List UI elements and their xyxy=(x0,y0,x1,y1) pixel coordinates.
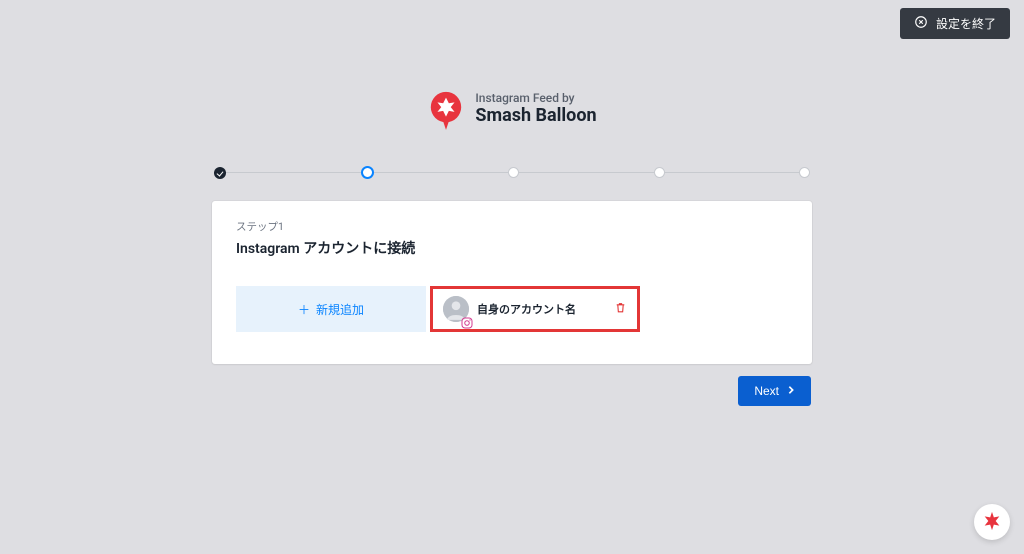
account-name: 自身のアカウント名 xyxy=(477,301,606,317)
trash-icon xyxy=(614,301,627,317)
brand-logo: Instagram Feed by Smash Balloon xyxy=(212,90,812,128)
step-line xyxy=(665,172,800,174)
add-account-button[interactable]: ＋ 新規追加 xyxy=(236,286,426,332)
step-card: ステップ1 Instagram アカウントに接続 ＋ 新規追加 xyxy=(212,201,812,364)
brand-big-text: Smash Balloon xyxy=(475,106,596,127)
delete-account-button[interactable] xyxy=(614,301,627,317)
avatar-wrap xyxy=(443,296,469,322)
balloon-icon xyxy=(427,90,465,128)
step-line xyxy=(374,172,509,174)
instagram-icon xyxy=(461,314,473,326)
step-line xyxy=(226,172,361,174)
step-title: Instagram アカウントに接続 xyxy=(236,238,788,258)
accounts-row: ＋ 新規追加 xyxy=(236,286,788,332)
next-label: Next xyxy=(754,384,779,398)
close-circle-icon xyxy=(914,15,928,32)
account-item[interactable]: 自身のアカウント名 xyxy=(430,286,640,332)
brand-small-text: Instagram Feed by xyxy=(475,92,596,106)
step-dot-1 xyxy=(214,167,226,179)
next-button[interactable]: Next xyxy=(738,376,811,406)
brand-text: Instagram Feed by Smash Balloon xyxy=(475,92,596,126)
step-dot-5 xyxy=(799,167,810,178)
chevron-right-icon xyxy=(787,384,795,398)
plus-icon: ＋ xyxy=(298,301,310,318)
exit-settings-label: 設定を終了 xyxy=(936,15,996,32)
step-dot-2 xyxy=(361,166,374,179)
add-account-label: 新規追加 xyxy=(316,301,364,318)
star-burst-icon xyxy=(981,510,1003,535)
step-line xyxy=(519,172,654,174)
wizard-container: Instagram Feed by Smash Balloon ステップ1 In… xyxy=(212,0,812,364)
step-dot-3 xyxy=(508,167,519,178)
exit-settings-button[interactable]: 設定を終了 xyxy=(900,8,1010,39)
step-dot-4 xyxy=(654,167,665,178)
step-label: ステップ1 xyxy=(236,219,788,234)
help-fab[interactable] xyxy=(974,504,1010,540)
stepper xyxy=(212,166,812,179)
